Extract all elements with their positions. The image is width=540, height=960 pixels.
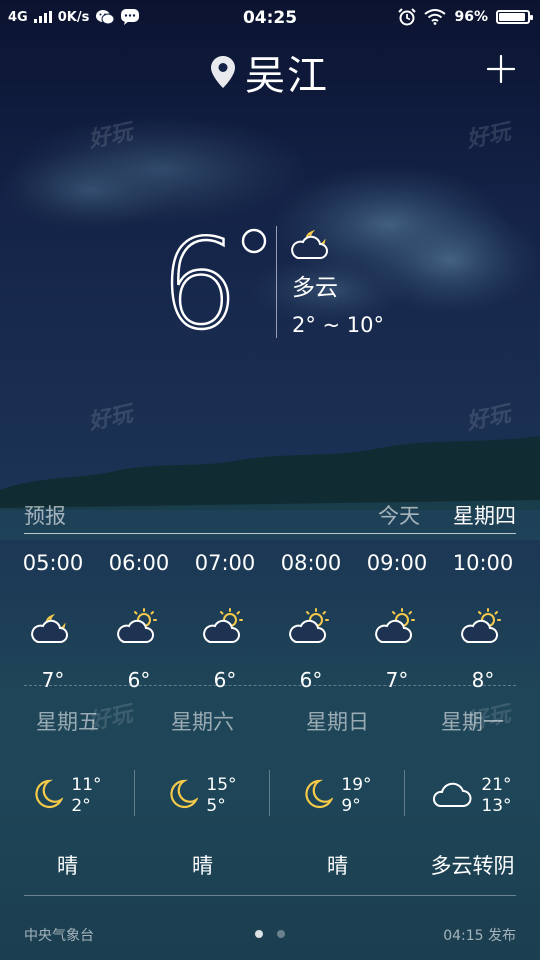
watermark: 好玩 — [86, 401, 135, 436]
day-name: 星期六 — [171, 710, 234, 734]
hourly-item: 07:00 6° — [182, 548, 268, 692]
daily-item: 星期一 21° 13° 多云转阴 — [405, 700, 540, 880]
moon-icon — [33, 778, 65, 814]
day-name: 星期日 — [306, 710, 369, 734]
hour-time: 05:00 — [22, 551, 84, 575]
status-right: 96% — [398, 8, 533, 26]
battery-percent: 96% — [454, 9, 488, 25]
hourly-item: 09:00 7° — [354, 548, 440, 692]
day-description: 晴 — [327, 854, 348, 878]
cloud-icon — [433, 779, 473, 813]
temperature-divider — [276, 226, 277, 338]
page-dot[interactable] — [255, 930, 263, 938]
partly-cloudy-day-icon — [268, 596, 354, 656]
day-high: 15° — [206, 775, 237, 795]
add-city-button[interactable] — [486, 54, 516, 84]
forecast-title: 预报 — [24, 504, 66, 528]
moon-icon — [168, 778, 200, 814]
hour-temperature: 8° — [471, 668, 495, 692]
hour-time: 08:00 — [280, 551, 342, 575]
day-description: 多云转阴 — [430, 854, 515, 878]
day-description: 晴 — [57, 854, 78, 878]
dashed-divider — [24, 685, 516, 686]
hour-time: 06:00 — [108, 551, 170, 575]
city-name: 吴江 — [245, 53, 329, 99]
daily-item: 星期六 15° 5° 晴 — [135, 700, 270, 880]
day-low: 5° — [206, 796, 226, 816]
city-header[interactable]: 吴江 — [0, 44, 540, 100]
hour-temperature: 6° — [299, 668, 323, 692]
weekday-label[interactable]: 星期四 — [453, 500, 516, 530]
daily-item: 星期日 19° 9° 晴 — [270, 700, 405, 880]
day-weather: 19° 9° — [270, 762, 405, 830]
hour-temperature: 7° — [385, 668, 409, 692]
partly-cloudy-night-icon — [291, 229, 328, 259]
hour-time: 07:00 — [194, 551, 256, 575]
hour-time: 09:00 — [366, 551, 428, 575]
degree-symbol — [241, 228, 267, 254]
day-high: 11° — [71, 775, 102, 795]
partly-cloudy-day-icon — [440, 596, 526, 656]
partly-cloudy-day-icon — [96, 596, 182, 656]
partly-cloudy-night-icon — [10, 596, 96, 656]
daily-forecast: 星期五 11° 2° 晴 星期六 15° 5° 晴 星期日 19° 9° 晴 星… — [0, 700, 540, 880]
hourly-item: 05:00 7° — [10, 548, 96, 692]
day-low: 9° — [341, 796, 361, 816]
today-label[interactable]: 今天 — [378, 500, 420, 530]
day-temperatures: 15° 5° — [206, 775, 236, 817]
current-temperature: 6 — [160, 212, 267, 345]
daily-item: 星期五 11° 2° 晴 — [0, 700, 135, 880]
hour-time: 10:00 — [452, 551, 514, 575]
page-dot[interactable] — [277, 930, 285, 938]
day-name: 星期一 — [441, 710, 504, 734]
hour-temperature: 6° — [127, 668, 151, 692]
day-low: 13° — [481, 796, 512, 816]
moon-icon — [303, 778, 335, 814]
hour-temperature: 7° — [41, 668, 65, 692]
day-description: 晴 — [192, 854, 213, 878]
battery-fill — [499, 13, 525, 21]
wifi-icon — [424, 9, 447, 25]
forecast-header: 预报 今天 星期四 — [24, 498, 516, 532]
hour-temperature: 6° — [213, 668, 237, 692]
bottom-divider — [24, 895, 516, 896]
forecast-divider — [24, 533, 516, 534]
day-temperatures: 11° 2° — [71, 775, 101, 817]
partly-cloudy-day-icon — [354, 596, 440, 656]
watermark: 好玩 — [464, 401, 513, 436]
watermark: 好玩 — [464, 119, 513, 154]
watermark: 好玩 — [86, 119, 135, 154]
hourly-forecast[interactable]: 05:00 7° 06:00 6° 07:00 6° 08:00 6° 09:00 7°… — [10, 548, 526, 692]
publish-time: 04:15 发布 — [443, 928, 516, 944]
hourly-item: 10:00 8° — [440, 548, 526, 692]
day-temperatures: 19° 9° — [341, 775, 371, 817]
day-name: 星期五 — [36, 710, 99, 734]
day-weather: 11° 2° — [0, 762, 135, 830]
current-temperature-value: 6 — [160, 213, 239, 345]
day-weather: 21° 13° — [405, 762, 540, 830]
day-low: 2° — [71, 796, 91, 816]
current-condition: 多云 — [292, 275, 338, 301]
location-pin-icon — [211, 56, 235, 88]
day-temperatures: 21° 13° — [481, 775, 511, 817]
day-weather: 15° 5° — [135, 762, 270, 830]
day-high: 19° — [341, 775, 372, 795]
status-bar: 4G 0K/s 04:25 96% — [0, 0, 540, 36]
partly-cloudy-day-icon — [182, 596, 268, 656]
hourly-item: 08:00 6° — [268, 548, 354, 692]
hourly-item: 06:00 6° — [96, 548, 182, 692]
day-high: 21° — [481, 775, 512, 795]
battery-icon — [496, 10, 533, 24]
temperature-range: 2° ~ 10° — [292, 313, 385, 337]
alarm-icon — [398, 8, 417, 26]
